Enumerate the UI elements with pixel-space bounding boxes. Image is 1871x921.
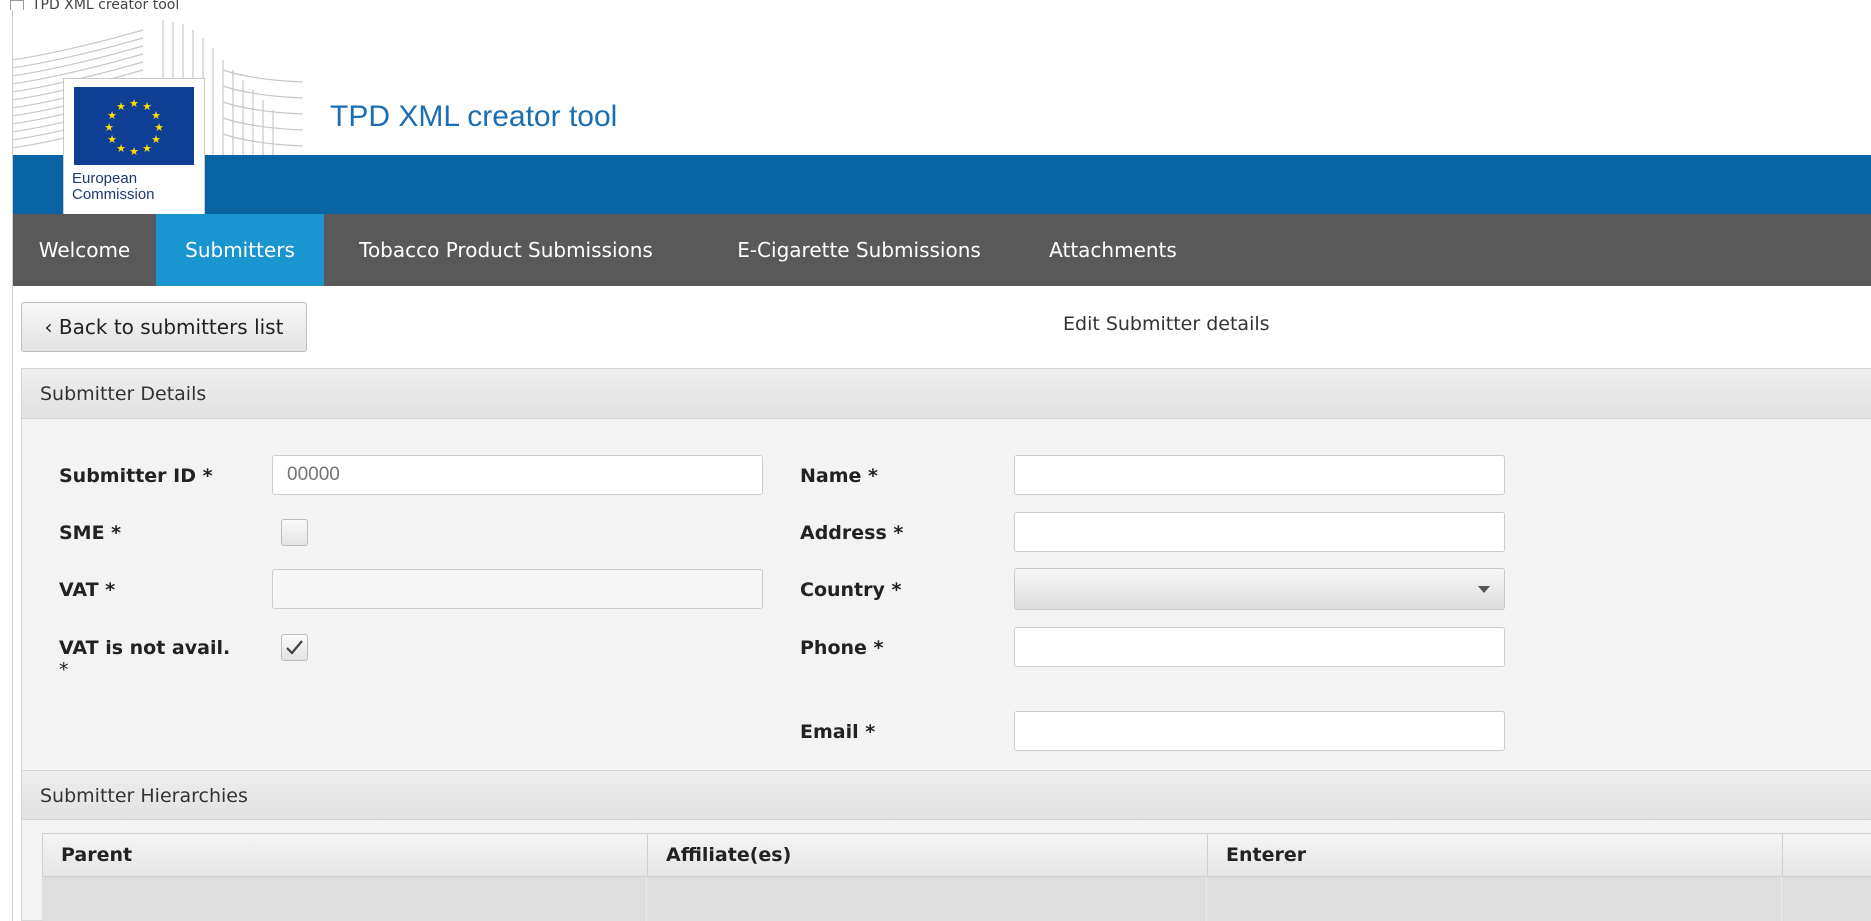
vat-not-available-label: VAT is not avail. * xyxy=(59,637,230,681)
vat-not-available-label-line2: * xyxy=(59,659,69,681)
table-row[interactable] xyxy=(42,877,1871,921)
tab-e-cigarette-submissions[interactable]: E-Cigarette Submissions xyxy=(721,214,997,286)
logo-card-overlay: ★ ★ ★ ★ ★ ★ ★ ★ ★ ★ ★ ★ European Commission xyxy=(63,78,205,215)
submitter-id-input[interactable] xyxy=(272,455,763,495)
country-label: Country * xyxy=(800,579,902,601)
vat-label: VAT * xyxy=(59,579,116,601)
phone-input[interactable] xyxy=(1014,627,1505,667)
window-title: TPD XML creator tool xyxy=(32,0,180,10)
svg-text:★: ★ xyxy=(116,142,126,155)
email-input[interactable] xyxy=(1014,711,1505,751)
vat-not-available-label-line1: VAT is not avail. xyxy=(59,637,231,659)
logo-text: European Commission xyxy=(72,171,155,203)
app-title: TPD XML creator tool xyxy=(330,100,618,133)
name-input[interactable] xyxy=(1014,455,1505,495)
submitter-id-label: Submitter ID * xyxy=(59,465,213,487)
submitter-panel: Submitter Details Submitter ID * SME * V… xyxy=(21,368,1871,921)
sme-checkbox[interactable] xyxy=(281,519,308,546)
window-title-bar: TPD XML creator tool xyxy=(10,0,1871,10)
submitter-details-heading: Submitter Details xyxy=(22,369,1871,419)
sme-label: SME * xyxy=(59,522,122,544)
tab-submitters[interactable]: Submitters xyxy=(156,214,324,286)
cell-enterer xyxy=(1207,877,1782,921)
column-affiliates[interactable]: Affiliate(es) xyxy=(648,834,1208,876)
app-window: ★★★ ★★★ ★★★ ★★★ European Commission TPD … xyxy=(12,10,1871,921)
page-title: Edit Submitter details xyxy=(1063,313,1270,335)
tab-tobacco-product-submissions[interactable]: Tobacco Product Submissions xyxy=(351,214,661,286)
svg-text:★: ★ xyxy=(104,121,114,134)
checkmark-icon xyxy=(286,640,303,655)
main-nav: Welcome Submitters Tobacco Product Submi… xyxy=(13,214,1871,286)
caret-down-icon xyxy=(1478,586,1490,593)
column-enterer[interactable]: Enterer xyxy=(1208,834,1783,876)
address-label: Address * xyxy=(800,522,904,544)
country-select[interactable] xyxy=(1014,568,1505,610)
column-actions xyxy=(1783,834,1871,876)
logo-text-line2: Commission xyxy=(72,186,155,203)
tab-attachments[interactable]: Attachments xyxy=(1033,214,1193,286)
vat-not-available-checkbox[interactable] xyxy=(281,634,308,661)
tab-welcome[interactable]: Welcome xyxy=(13,214,156,286)
svg-text:★: ★ xyxy=(129,97,139,110)
hierarchies-table-header: Parent Affiliate(es) Enterer xyxy=(42,833,1871,877)
cell-parent xyxy=(42,877,647,921)
submitter-hierarchies-heading: Submitter Hierarchies xyxy=(22,770,1871,820)
back-button-label: Back to submitters list xyxy=(58,315,284,339)
phone-label: Phone * xyxy=(800,637,884,659)
app-window-icon xyxy=(10,0,24,10)
address-input[interactable] xyxy=(1014,512,1505,552)
svg-text:★: ★ xyxy=(142,142,152,155)
vat-input[interactable] xyxy=(272,569,763,609)
cell-actions xyxy=(1782,877,1871,921)
header-band xyxy=(13,155,1871,215)
svg-text:★: ★ xyxy=(116,100,126,113)
svg-text:★: ★ xyxy=(107,133,117,146)
cell-affiliates xyxy=(647,877,1207,921)
chevron-left-icon: ‹ xyxy=(44,315,53,339)
email-label: Email * xyxy=(800,721,876,743)
back-to-submitters-button[interactable]: ‹ Back to submitters list xyxy=(21,302,307,352)
eu-flag-icon: ★★★ ★★★ ★★★ ★★★ xyxy=(74,87,194,165)
column-parent[interactable]: Parent xyxy=(43,834,648,876)
svg-text:★: ★ xyxy=(129,145,139,158)
logo-text-line1: European xyxy=(72,170,138,187)
name-label: Name * xyxy=(800,465,878,487)
svg-text:★: ★ xyxy=(151,133,161,146)
